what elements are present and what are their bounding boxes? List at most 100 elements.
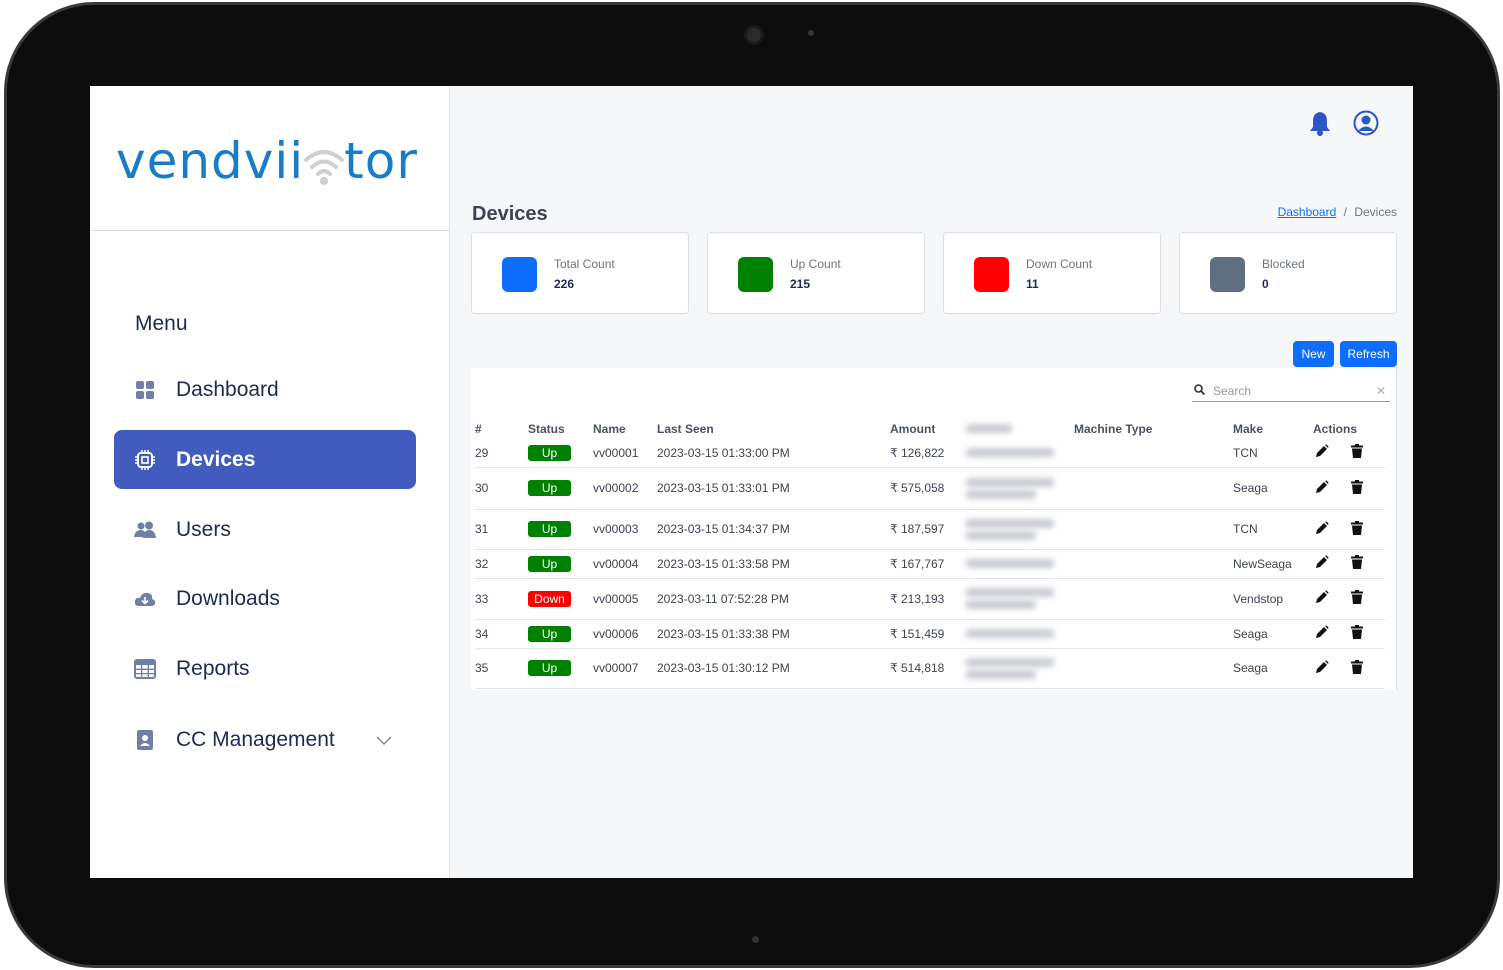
users-icon <box>134 519 156 541</box>
delete-icon[interactable] <box>1351 659 1363 677</box>
refresh-button[interactable]: Refresh <box>1340 341 1397 367</box>
chevron-down-icon[interactable] <box>376 728 392 752</box>
stat-label: Down Count <box>1026 257 1093 271</box>
new-button[interactable]: New <box>1293 341 1334 367</box>
machine-type <box>1074 648 1233 689</box>
device-name: vv00002 <box>593 467 657 510</box>
stat-swatch <box>1210 257 1245 292</box>
edit-icon[interactable] <box>1315 521 1329 538</box>
column-header[interactable]: Amount <box>890 418 966 439</box>
search-input[interactable]: Search ✕ <box>1192 380 1390 402</box>
edit-icon[interactable] <box>1315 480 1329 497</box>
edit-icon[interactable] <box>1315 590 1329 607</box>
column-header[interactable]: Status <box>528 418 593 439</box>
stat-swatch <box>974 257 1009 292</box>
status-badge: Up <box>528 555 571 572</box>
status-badge: Down <box>528 590 571 607</box>
sidebar-item-devices[interactable]: Devices <box>114 430 416 489</box>
user-circle-icon[interactable] <box>1353 110 1379 141</box>
edit-icon[interactable] <box>1315 625 1329 642</box>
last-seen: 2023-03-15 01:34:37 PM <box>657 509 890 550</box>
stat-value: 11 <box>1026 277 1039 291</box>
amount: ₹ 126,822 <box>890 439 966 468</box>
bell-icon[interactable] <box>1309 110 1331 141</box>
column-header[interactable]: Make <box>1233 418 1313 439</box>
cloud-download-icon <box>134 588 156 610</box>
make: TCN <box>1233 439 1313 468</box>
row-number: 31 <box>475 509 528 550</box>
delete-icon[interactable] <box>1351 590 1363 607</box>
sidebar-item-users[interactable]: Users <box>114 500 416 559</box>
row-number: 30 <box>475 467 528 510</box>
last-seen: 2023-03-11 07:52:28 PM <box>657 578 890 620</box>
actions-cell <box>1313 467 1385 510</box>
column-header[interactable] <box>966 418 1074 439</box>
breadcrumb: Dashboard / Devices <box>1278 205 1397 219</box>
sidebar-item-dashboard[interactable]: Dashboard <box>114 360 416 419</box>
status-badge: Up <box>528 480 571 496</box>
clear-search-icon[interactable]: ✕ <box>1376 384 1386 398</box>
table-row: 35 Up vv00007 2023-03-15 01:30:12 PM ₹ 5… <box>475 648 1385 689</box>
sidebar-item-downloads[interactable]: Downloads <box>114 569 416 628</box>
devices-table-card: Search ✕ # Status Name Last Seen Amount Machi… <box>471 368 1397 690</box>
stat-value: 215 <box>790 277 811 291</box>
sidebar-item-label: Dashboard <box>176 377 279 401</box>
location-blurred <box>966 439 1074 468</box>
page-title: Devices <box>472 203 548 225</box>
delete-icon[interactable] <box>1351 625 1363 642</box>
sidebar-item-label: Users <box>176 517 231 541</box>
sidebar-item-cc-management[interactable]: CC Management <box>114 710 416 769</box>
actions-cell <box>1313 619 1385 649</box>
location-blurred <box>966 549 1074 579</box>
edit-icon[interactable] <box>1315 555 1329 572</box>
camera <box>744 25 764 45</box>
actions-cell <box>1313 648 1385 689</box>
sidebar-item-reports[interactable]: Reports <box>114 639 416 698</box>
search-placeholder: Search <box>1213 383 1252 398</box>
stat-label: Up Count <box>790 257 841 271</box>
status-cell: Up <box>528 619 593 649</box>
location-blurred <box>966 578 1074 620</box>
machine-type <box>1074 439 1233 468</box>
machine-type <box>1074 619 1233 649</box>
column-header[interactable]: Machine Type <box>1074 418 1233 439</box>
stat-swatch <box>738 257 773 292</box>
status-badge: Up <box>528 521 571 537</box>
amount: ₹ 575,058 <box>890 467 966 510</box>
table-icon <box>134 658 156 680</box>
table-row: 31 Up vv00003 2023-03-15 01:34:37 PM ₹ 1… <box>475 509 1385 550</box>
delete-icon[interactable] <box>1351 444 1363 461</box>
delete-icon[interactable] <box>1351 520 1363 538</box>
machine-type <box>1074 549 1233 579</box>
delete-icon[interactable] <box>1351 479 1363 497</box>
column-header[interactable]: Actions <box>1313 418 1385 439</box>
menu-title: Menu <box>135 312 188 335</box>
stat-card: Blocked 0 <box>1179 232 1397 314</box>
stat-label: Blocked <box>1262 257 1305 271</box>
device-name: vv00003 <box>593 509 657 550</box>
device-name: vv00005 <box>593 578 657 620</box>
amount: ₹ 213,193 <box>890 578 966 620</box>
make: Vendstop <box>1233 578 1313 620</box>
last-seen: 2023-03-15 01:30:12 PM <box>657 648 890 689</box>
last-seen: 2023-03-15 01:33:58 PM <box>657 549 890 579</box>
breadcrumb-dashboard-link[interactable]: Dashboard <box>1278 205 1337 219</box>
column-header[interactable]: Name <box>593 418 657 439</box>
stat-value: 226 <box>554 277 575 291</box>
edit-icon[interactable] <box>1315 660 1329 677</box>
amount: ₹ 151,459 <box>890 619 966 649</box>
delete-icon[interactable] <box>1351 555 1363 572</box>
column-header[interactable]: Last Seen <box>657 418 890 439</box>
device-name: vv00006 <box>593 619 657 649</box>
make: Seaga <box>1233 467 1313 510</box>
column-header[interactable]: # <box>475 418 528 439</box>
chip-icon <box>134 449 156 471</box>
table-row: 32 Up vv00004 2023-03-15 01:33:58 PM ₹ 1… <box>475 549 1385 579</box>
last-seen: 2023-03-15 01:33:01 PM <box>657 467 890 510</box>
sidebar-item-label: Downloads <box>176 586 280 610</box>
device-name: vv00001 <box>593 439 657 468</box>
row-number: 34 <box>475 619 528 649</box>
stat-card: Up Count 215 <box>707 232 925 314</box>
status-cell: Up <box>528 549 593 579</box>
edit-icon[interactable] <box>1315 444 1329 461</box>
